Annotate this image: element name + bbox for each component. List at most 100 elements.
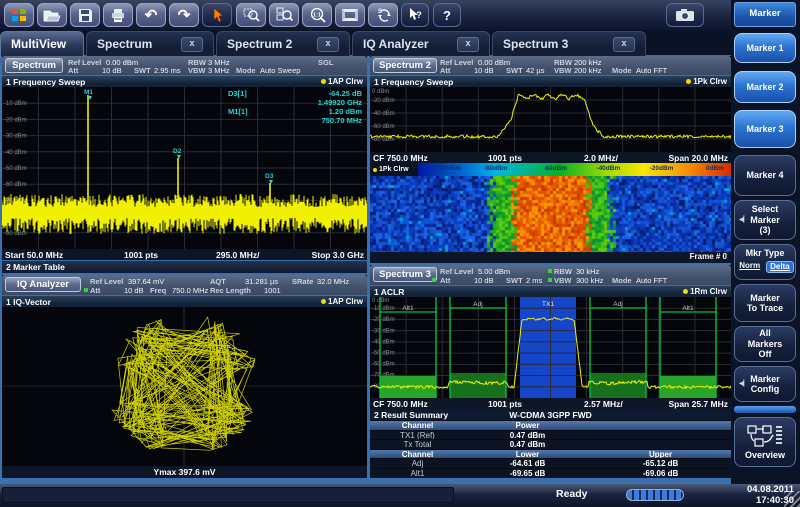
- overview-icon: [747, 424, 783, 448]
- open-button[interactable]: [37, 3, 67, 27]
- spectrum3-window[interactable]: Spectrum 3 Ref Level 5.00 dBm RBW 30 kHz…: [370, 265, 731, 478]
- sync-button[interactable]: S: [368, 3, 398, 27]
- tab-close-button[interactable]: x: [317, 37, 339, 52]
- stop-freq: Stop 3.0 GHz: [312, 250, 364, 260]
- redo-button[interactable]: ↷: [169, 3, 199, 27]
- softkey-marker-config[interactable]: ◀▏Marker Config: [734, 366, 796, 402]
- iq-analyzer-window[interactable]: IQ Analyzer Ref Level 397.64 mV AQT 31.2…: [2, 275, 367, 478]
- undo-icon: ↶: [145, 8, 158, 23]
- svg-text:-10 dBm: -10 dBm: [4, 101, 27, 107]
- spectrum1-app-button[interactable]: Spectrum: [5, 58, 63, 73]
- vbw-value: 3 MHz: [208, 66, 230, 75]
- freq-label: Freq: [150, 286, 166, 295]
- marker-table-title: 2 Marker Table: [6, 262, 65, 272]
- tab-bar: MultiView Spectrumx Spectrum 2x IQ Analy…: [0, 30, 733, 56]
- colorbar-tick-label: -100dBm: [434, 165, 461, 172]
- toolbar: ↶ ↷ 1:1 S ? ?: [0, 0, 733, 30]
- tab-close-button[interactable]: x: [613, 37, 635, 52]
- softkey-mkr-type[interactable]: Mkr Type Norm Delta: [734, 244, 796, 280]
- colorbar-gradient: -100dBm-80dBm-60dBm-40dBm-20dBm0dBm: [418, 163, 731, 176]
- zoom-multi-button[interactable]: [269, 3, 299, 27]
- spectrum2-app-button[interactable]: Spectrum 2: [373, 58, 437, 73]
- colorbar-tick-label: -80dBm: [484, 165, 508, 172]
- iq-app-button[interactable]: IQ Analyzer: [5, 277, 81, 292]
- marker-table-window[interactable]: 2 Marker Table: [2, 261, 367, 273]
- tab-multiview[interactable]: MultiView: [0, 31, 84, 56]
- tab-close-button[interactable]: x: [181, 37, 203, 52]
- ref-level-value: 397.64 mV: [128, 277, 164, 286]
- cell-upper: -69.06 dB: [590, 469, 731, 478]
- trace-label: 1AP Clrw: [328, 297, 363, 306]
- svg-text:-50 dBm: -50 dBm: [372, 351, 395, 357]
- spectrum1-footer: Start 50.0 MHz 1001 pts 295.0 MHz/ Stop …: [2, 249, 367, 260]
- window-title-text: 1 Frequency Sweep: [374, 77, 453, 87]
- window-title-text: 1 ACLR: [374, 287, 404, 297]
- spectrum2-trace-svg: 0 dBm-20 dBm-40 dBm-60 dBm-80 dBm: [370, 87, 731, 152]
- tab-spectrum2[interactable]: Spectrum 2x: [216, 31, 350, 56]
- select-pointer-button[interactable]: [202, 3, 232, 27]
- sweep-points: 1001 pts: [488, 399, 522, 409]
- frame-number: Frame # 0: [690, 252, 727, 261]
- tab-spectrum[interactable]: Spectrumx: [86, 31, 214, 56]
- svg-text:-10 dBm: -10 dBm: [372, 306, 395, 312]
- svg-text:0 dBm: 0 dBm: [372, 89, 389, 95]
- spectrum2-window[interactable]: Spectrum 2 Ref Level 0.00 dBm RBW 200 kH…: [370, 56, 731, 263]
- menu-title-text: Marker: [749, 9, 780, 20]
- tab-spectrum3[interactable]: Spectrum 3x: [492, 31, 646, 56]
- print-button[interactable]: [103, 3, 133, 27]
- svg-text:-60 dBm: -60 dBm: [372, 124, 395, 130]
- zoom-area-button[interactable]: [236, 3, 266, 27]
- spectrum3-header: Spectrum 3 Ref Level 5.00 dBm RBW 30 kHz…: [370, 265, 731, 285]
- spectrogram-plot[interactable]: [370, 176, 731, 252]
- result-summary-table: Channel Power TX1 (Ref) 0.47 dBm Tx Tota…: [370, 420, 731, 477]
- iq-header: IQ Analyzer Ref Level 397.64 mV AQT 31.2…: [2, 275, 367, 295]
- ready-status: Ready: [556, 488, 588, 500]
- vbw-label: VBW: [554, 276, 572, 285]
- zoom-1to1-icon: 1:1: [309, 7, 326, 23]
- tab-label: IQ Analyzer: [363, 37, 429, 51]
- vbw-value: 200 kHz: [574, 66, 602, 75]
- softkey-label: Select Marker (3): [750, 204, 780, 236]
- spectrum2-plot[interactable]: 0 dBm-20 dBm-40 dBm-60 dBm-80 dBm: [370, 87, 731, 152]
- spectrum3-footer: CF 750.0 MHz 1001 pts 2.57 MHz/ Span 25.…: [370, 398, 731, 409]
- softkey-marker2[interactable]: Marker 2: [734, 71, 796, 103]
- att-status-dot: [84, 288, 88, 292]
- undo-button[interactable]: ↶: [136, 3, 166, 27]
- context-help-button[interactable]: ?: [401, 3, 429, 27]
- tab-iq-analyzer[interactable]: IQ Analyzer x: [352, 31, 490, 56]
- aclr-plot[interactable]: 0 dBm-10 dBm-20 dBm-30 dBm-40 dBm-50 dBm…: [370, 297, 731, 398]
- softkey-marker3[interactable]: Marker 3: [734, 110, 796, 148]
- camera-icon: [675, 8, 695, 22]
- softkey-all-markers-off[interactable]: All Markers Off: [734, 326, 796, 362]
- att-label: Att: [68, 66, 78, 75]
- softkey-marker4[interactable]: Marker 4: [734, 155, 796, 196]
- spectrum1-window[interactable]: Spectrum Ref Level 0.00 dBm RBW 3 MHz SG…: [2, 56, 367, 259]
- scale-per-div: 295.0 MHz/: [216, 250, 259, 260]
- iq-window-title: 1 IQ-Vector 1AP Clrw: [2, 295, 367, 307]
- trace-dot-icon: [321, 79, 326, 84]
- display-setup-icon: [341, 8, 359, 22]
- vbw-status-dot: [548, 278, 552, 282]
- colorbar-legend: 1Pk Clrw: [370, 163, 418, 176]
- windows-logo-button[interactable]: [4, 3, 34, 27]
- camera-button[interactable]: [666, 3, 704, 27]
- help-button[interactable]: ?: [433, 3, 461, 27]
- softkey-select-marker[interactable]: ◀▏Select Marker (3): [734, 200, 796, 240]
- softkey-overview[interactable]: Overview: [734, 417, 796, 467]
- display-setup-button[interactable]: [335, 3, 365, 27]
- zoom-multi-icon: [276, 7, 293, 23]
- softkey-marker-to-trace[interactable]: Marker To Trace: [734, 284, 796, 322]
- spectrum1-plot[interactable]: -10 dBm-20 dBm-30 dBm-40 dBm-50 dBm-60 d…: [2, 87, 367, 249]
- spectrum3-app-button[interactable]: Spectrum 3: [373, 267, 437, 282]
- swt-label: SWT: [134, 66, 151, 75]
- mkr-type-norm[interactable]: Norm: [736, 261, 763, 274]
- softkey-label: Marker Config: [750, 374, 780, 395]
- svg-text:-60 dBm: -60 dBm: [4, 182, 27, 188]
- softkey-marker1[interactable]: Marker 1: [734, 33, 796, 63]
- zoom-1to1-button[interactable]: 1:1: [302, 3, 332, 27]
- iq-vector-plot[interactable]: [2, 307, 367, 466]
- save-button[interactable]: [70, 3, 100, 27]
- mkr-type-delta[interactable]: Delta: [766, 261, 794, 274]
- tab-close-button[interactable]: x: [457, 37, 479, 52]
- cell-channel: Alt1: [370, 469, 465, 478]
